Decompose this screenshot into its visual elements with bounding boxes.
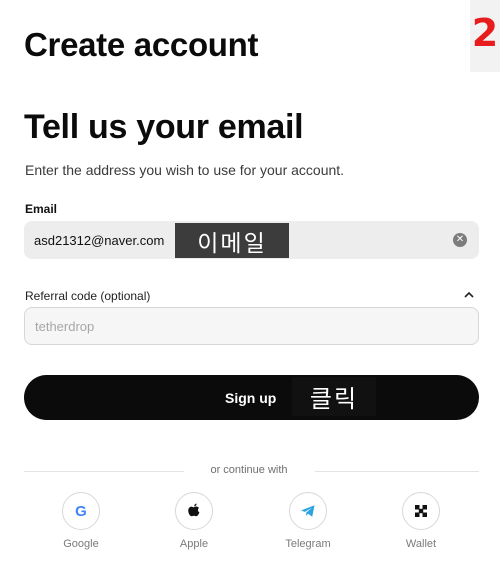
signup-page: 2 Create account Tell us your email Ente…: [0, 0, 500, 567]
referral-label: Referral code (optional): [25, 289, 151, 303]
chevron-up-icon[interactable]: [464, 290, 474, 302]
telegram-label: Telegram: [285, 538, 331, 550]
page-title: Create account: [24, 26, 259, 63]
sign-up-label: Sign up: [225, 389, 277, 406]
clear-icon[interactable]: ✕: [453, 233, 467, 247]
telegram-login-button[interactable]: Telegram: [278, 492, 338, 550]
apple-login-button[interactable]: Apple: [164, 492, 224, 550]
google-icon: G: [62, 492, 100, 530]
wallet-login-button[interactable]: Wallet: [391, 492, 451, 550]
wallet-icon: [402, 492, 440, 530]
divider-left: [24, 471, 184, 472]
sign-up-button[interactable]: Sign up: [24, 375, 479, 420]
click-annotation-tag: 클릭: [292, 377, 376, 416]
form-subtitle: Enter the address you wish to use for yo…: [25, 162, 345, 178]
referral-placeholder: tetherdrop: [35, 318, 95, 334]
google-label: Google: [63, 538, 99, 550]
google-login-button[interactable]: G Google: [51, 492, 111, 550]
divider-right: [315, 471, 479, 472]
wallet-label: Wallet: [405, 538, 437, 550]
apple-icon: [175, 492, 213, 530]
email-value: asd21312@naver.com: [34, 232, 165, 248]
form-heading: Tell us your email: [24, 108, 304, 146]
email-annotation-tag: 이메일: [175, 223, 289, 258]
step-number-badge: 2: [470, 0, 500, 72]
divider-text: or continue with: [210, 464, 288, 476]
apple-label: Apple: [179, 538, 209, 550]
referral-code-field[interactable]: tetherdrop: [24, 307, 479, 345]
email-label: Email: [25, 202, 58, 216]
telegram-icon: [289, 492, 327, 530]
